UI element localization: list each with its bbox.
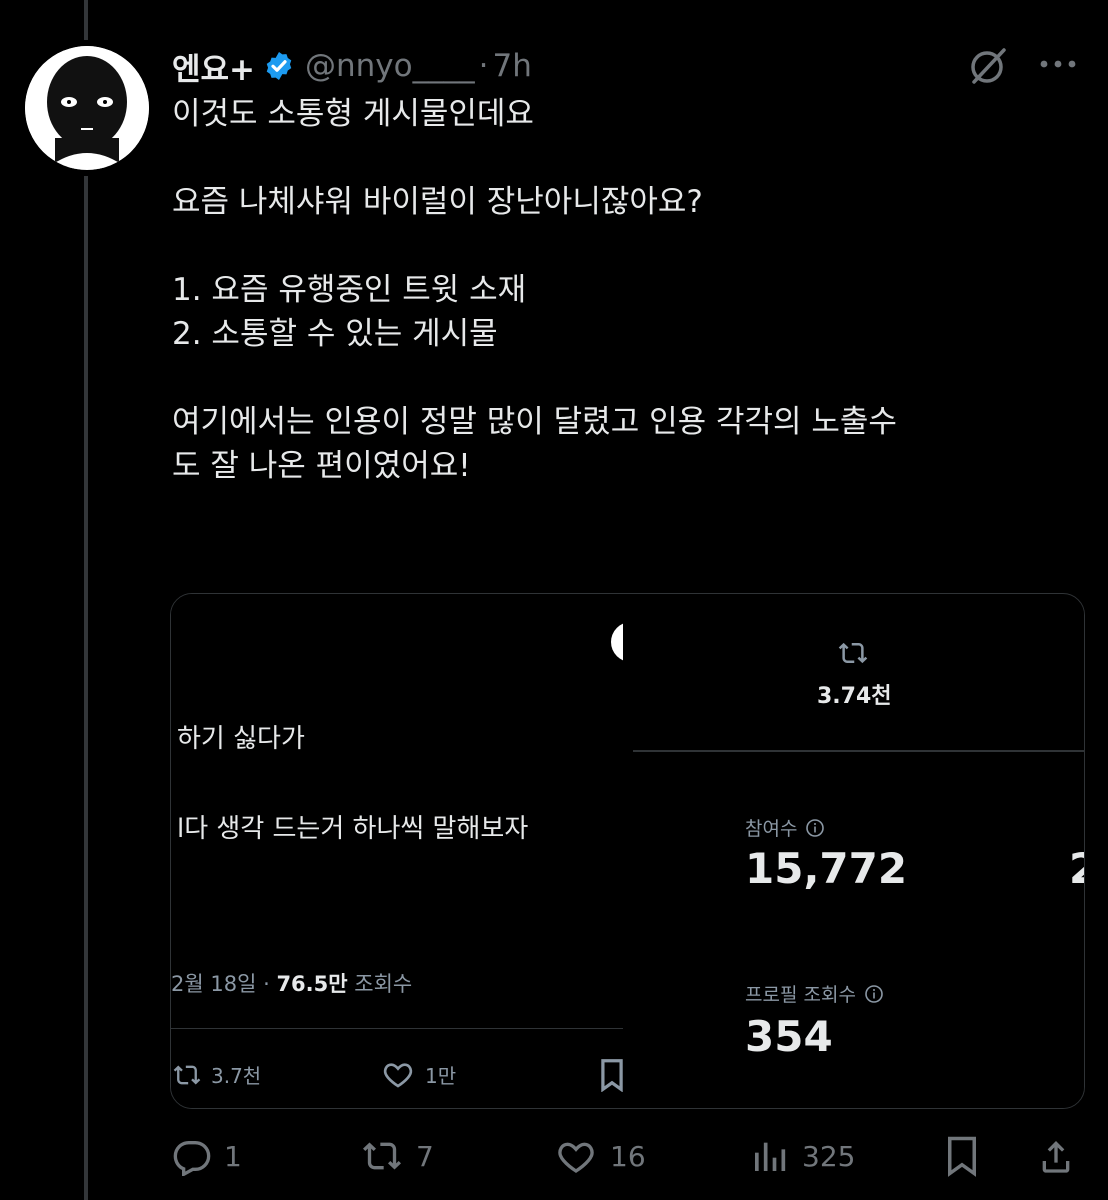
body-line: 2. 소통할 수 있는 게시물 (172, 316, 498, 352)
body-line: 이것도 소통형 게시물인데요 (172, 96, 534, 132)
handle[interactable]: @nnyo____ (305, 48, 475, 84)
quoted-meta: 2월 18일 · 76.5만 조회수 (171, 968, 412, 998)
like-button[interactable]: 16 (554, 1126, 646, 1186)
thread-line (84, 176, 88, 1200)
quoted-views-label: 조회수 (347, 972, 413, 996)
profile-views-label: 프로필 조회수 (745, 984, 856, 1006)
engagements-label-row: 참여수 (745, 814, 825, 841)
profile-views-value: 354 (745, 1012, 833, 1061)
retweet-icon (837, 638, 869, 672)
divider (171, 1028, 623, 1029)
quoted-like-count: 1만 (425, 1063, 457, 1088)
repost-count: 7 (416, 1139, 434, 1173)
reply-icon (173, 1141, 211, 1176)
grok-icon[interactable] (966, 44, 1010, 88)
heart-icon (383, 1063, 413, 1088)
quoted-text-line: l다 생각 드는거 하나씩 말해보자 (177, 814, 529, 844)
engagements-label: 참여수 (745, 818, 798, 840)
divider (633, 750, 1084, 752)
quoted-date: 2월 18일 · (171, 972, 277, 996)
body-line (172, 356, 1072, 400)
body-line: 도 잘 나온 편이였어요! (172, 448, 471, 484)
repost-button[interactable]: 7 (360, 1126, 434, 1186)
action-bar: 1 7 16 325 (170, 1126, 1090, 1186)
separator: · (478, 48, 489, 84)
quoted-retweet: 3.7천 (171, 1060, 261, 1089)
engagements-value: 15,772 (745, 844, 908, 893)
quoted-text-line: 하기 싫다가 (177, 724, 305, 754)
views-icon (755, 1142, 786, 1171)
display-name[interactable]: 엔요+ (172, 44, 255, 89)
screenshot-right: 3.74천 참여수 15,772 프로필 조회수 354 2 (633, 604, 1084, 1108)
reply-count: 1 (224, 1139, 242, 1173)
body-line (172, 136, 1072, 180)
share-icon (1042, 1141, 1070, 1173)
heart-icon (558, 1142, 594, 1173)
views-button[interactable]: 325 (750, 1126, 855, 1186)
body-line: 여기에서는 인용이 정말 많이 달렸고 인용 각각의 노출수 (172, 404, 897, 440)
body-line: 1. 요즘 유행중인 트윗 소재 (172, 272, 527, 308)
avatar[interactable] (25, 46, 149, 170)
quoted-views-value: 76.5만 (276, 972, 348, 996)
retweet-icon (363, 1142, 401, 1170)
bookmark-icon (599, 1058, 623, 1096)
post-body: 이것도 소통형 게시물인데요 요즘 나체샤워 바이럴이 장난아니잖아요? 1. … (172, 92, 1072, 488)
bookmark-icon (948, 1136, 976, 1177)
body-line: 요즘 나체샤워 바이럴이 장난아니잖아요? (172, 184, 703, 220)
quoted-like: 1만 (381, 1058, 456, 1090)
screenshot-left: 하기 싫다가 l다 생각 드는거 하나씩 말해보자 2월 18일 · 76.5만… (171, 594, 623, 1108)
reply-button[interactable]: 1 (172, 1126, 242, 1186)
views-count: 325 (802, 1139, 856, 1173)
profile-views-label-row: 프로필 조회수 (745, 980, 884, 1007)
avatar-image (25, 46, 149, 170)
thread-line-top (84, 0, 88, 40)
quoted-retweet-count: 3.7천 (211, 1064, 262, 1088)
share-button[interactable] (1036, 1126, 1076, 1186)
verified-badge-icon (263, 50, 295, 82)
cut-off-value: 2 (1069, 844, 1084, 893)
like-count: 16 (610, 1139, 646, 1173)
media-attachment[interactable]: 하기 싫다가 l다 생각 드는거 하나씩 말해보자 2월 18일 · 76.5만… (170, 593, 1085, 1109)
timestamp[interactable]: 7h (492, 48, 531, 84)
post-header: 엔요+ @nnyo____ · 7h (172, 38, 532, 94)
avatar-fragment (611, 622, 623, 662)
body-line (172, 224, 1072, 268)
more-icon[interactable] (1036, 52, 1080, 76)
info-icon (865, 984, 883, 1003)
info-icon (806, 818, 825, 837)
retweet-total: 3.74천 (817, 684, 892, 709)
retweet-icon (173, 1065, 201, 1084)
bookmark-button[interactable] (942, 1126, 982, 1186)
